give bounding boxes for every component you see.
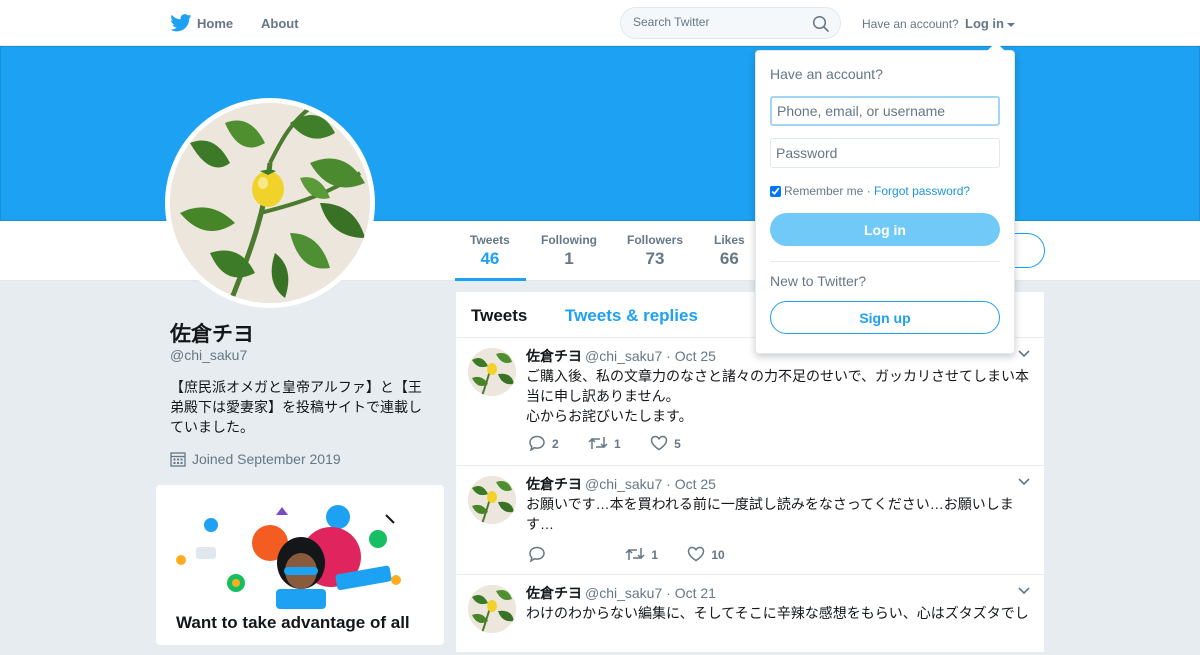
search-input[interactable] xyxy=(633,15,803,29)
reply-icon[interactable] xyxy=(528,435,546,452)
reply-action[interactable]: 2 xyxy=(528,435,559,452)
login-toggle-label[interactable]: Log in xyxy=(965,16,1004,31)
profile-avatar[interactable] xyxy=(165,98,375,308)
login-dropdown-toggle[interactable]: Log in xyxy=(965,16,1015,31)
retweet-action[interactable]: 1 xyxy=(625,546,658,562)
stat-label: Likes xyxy=(714,233,745,247)
profile-joined: Joined September 2019 xyxy=(170,451,341,467)
retweet-action[interactable]: 1 xyxy=(588,435,621,451)
tweet[interactable]: 佐倉チヨ @chi_saku7 · Oct 25 お願いです…本を買われる前に一度… xyxy=(456,466,1044,575)
tweet-author-name[interactable]: 佐倉チヨ xyxy=(526,348,582,364)
remember-label[interactable]: Remember me xyxy=(784,184,863,198)
nav-about-link[interactable]: About xyxy=(261,16,299,31)
separator-dot: · xyxy=(866,184,871,198)
retweet-icon[interactable] xyxy=(588,435,608,451)
tweet-meta[interactable]: @chi_saku7 · Oct 25 xyxy=(585,348,716,364)
tomato-plant-image xyxy=(170,103,370,303)
stat-label: Tweets xyxy=(470,233,510,247)
stat-label: Following xyxy=(541,233,597,247)
heart-icon[interactable] xyxy=(650,435,668,451)
tab-tweets[interactable]: Tweets xyxy=(471,306,527,326)
nav-home-link[interactable]: Home xyxy=(197,16,233,31)
profile-handle: @chi_saku7 xyxy=(170,347,248,363)
reply-icon[interactable] xyxy=(528,546,546,563)
tweet-author-name[interactable]: 佐倉チヨ xyxy=(526,476,582,492)
tweet-text: ご購入後、私の文章力のなさと諸々の力不足のせいで、ガッカリさせてしまい本当に申し… xyxy=(526,368,1030,424)
tweet-text: わけのわからない編集に、そしてそこに辛辣な感想をもらい、心はズタズタでし xyxy=(526,605,1029,621)
retweet-count: 1 xyxy=(651,548,659,562)
tweet-actions: 2 1 5 xyxy=(528,435,707,452)
chevron-down-icon[interactable] xyxy=(1018,478,1030,486)
stat-followers[interactable]: Followers 73 xyxy=(627,233,683,269)
retweet-count: 1 xyxy=(614,437,621,451)
tweet-header: 佐倉チヨ @chi_saku7 · Oct 25 xyxy=(526,474,716,494)
stat-value: 1 xyxy=(564,249,574,268)
search-box xyxy=(620,7,841,39)
login-dropdown: Have an account? Remember me · Forgot pa… xyxy=(755,50,1015,354)
tweet-text: お願いです…本を買われる前に一度試し読みをなさってください…お願いします… xyxy=(526,496,1014,532)
remember-checkbox[interactable] xyxy=(770,186,781,197)
top-navigation-bar: Home About Have an account? Log in xyxy=(0,0,1200,46)
dropdown-arrow xyxy=(987,42,1005,51)
tweet-author-name[interactable]: 佐倉チヨ xyxy=(526,585,582,601)
chevron-down-icon[interactable] xyxy=(1018,350,1030,358)
like-action[interactable]: 5 xyxy=(650,435,681,451)
stat-value: 46 xyxy=(480,249,500,268)
new-to-twitter-text: New to Twitter? xyxy=(770,273,867,289)
avatar-photo xyxy=(170,103,370,303)
have-account-text: Have an account? xyxy=(862,17,959,31)
stat-likes[interactable]: Likes 66 xyxy=(714,233,745,269)
tweet[interactable]: 佐倉チヨ @chi_saku7 · Oct 21 わけのわからない編集に、そしてそ… xyxy=(456,575,1044,655)
promo-illustration xyxy=(176,505,401,609)
active-stat-underline xyxy=(455,278,526,281)
login-button[interactable]: Log in xyxy=(770,213,1000,246)
remember-row: Remember me · Forgot password? xyxy=(770,184,970,198)
joined-text: Joined September 2019 xyxy=(192,451,341,467)
tweet-avatar[interactable] xyxy=(468,476,516,524)
profile-bio: 【庶民派オメガと皇帝アルファ】と【王弟殿下は愛妻家】を投稿サイトで連載していまし… xyxy=(170,379,422,435)
promo-title: Want to take advantage of all xyxy=(176,613,410,632)
calendar-icon xyxy=(170,452,186,467)
tweet[interactable]: 佐倉チヨ @chi_saku7 · Oct 25 ご購入後、私の文章力のなさと諸々… xyxy=(456,338,1044,466)
heart-icon[interactable] xyxy=(687,546,705,562)
tweet-avatar[interactable] xyxy=(468,348,516,396)
tweet-meta[interactable]: @chi_saku7 · Oct 21 xyxy=(585,585,716,601)
twitter-bird-icon[interactable] xyxy=(170,14,192,32)
stat-tweets[interactable]: Tweets 46 xyxy=(470,233,510,269)
tab-tweets-replies[interactable]: Tweets & replies xyxy=(565,306,698,326)
signup-button[interactable]: Sign up xyxy=(770,301,1000,334)
retweet-icon[interactable] xyxy=(625,546,645,562)
tweet-actions: 1 10 xyxy=(528,546,751,563)
stat-label: Followers xyxy=(627,233,684,247)
tweet-avatar[interactable] xyxy=(468,585,516,633)
search-icon[interactable] xyxy=(812,15,830,33)
profile-name: 佐倉チヨ xyxy=(170,323,254,346)
like-count: 5 xyxy=(674,437,681,451)
like-action[interactable]: 10 xyxy=(687,546,725,562)
forgot-password-link[interactable]: Forgot password? xyxy=(874,184,970,198)
caret-down-icon[interactable] xyxy=(1007,22,1015,27)
dropdown-title: Have an account? xyxy=(770,66,883,82)
reply-action[interactable] xyxy=(528,546,552,563)
stat-following[interactable]: Following 1 xyxy=(541,233,597,269)
like-count: 10 xyxy=(711,548,725,562)
stat-value: 73 xyxy=(645,249,665,268)
tweet-header: 佐倉チヨ @chi_saku7 · Oct 21 xyxy=(526,583,716,603)
reply-count: 2 xyxy=(552,437,559,451)
stat-value: 66 xyxy=(719,249,739,268)
username-field[interactable] xyxy=(770,96,1000,126)
chevron-down-icon[interactable] xyxy=(1018,587,1030,595)
tweet-header: 佐倉チヨ @chi_saku7 · Oct 25 xyxy=(526,346,716,366)
tweet-meta[interactable]: @chi_saku7 · Oct 25 xyxy=(585,476,716,492)
divider xyxy=(770,261,1000,262)
password-field[interactable] xyxy=(770,138,1000,168)
